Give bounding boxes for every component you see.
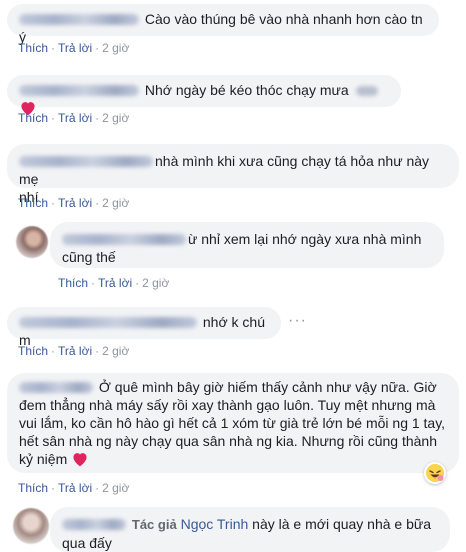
blurred-author-name[interactable]: [62, 519, 126, 530]
timestamp[interactable]: 2 giờ: [102, 41, 129, 55]
separator: ·: [95, 41, 100, 55]
comment-text-line: ừ nhỉ xem lại nhớ ngày xưa nhà mình: [188, 231, 422, 247]
comment-actions: Thích · Trả lời · 2 giờ: [18, 111, 129, 125]
separator: ·: [95, 111, 100, 125]
avatar[interactable]: [16, 226, 48, 258]
comment-text-line: cũng thế: [62, 249, 116, 265]
separator: ·: [51, 41, 56, 55]
comment-actions: Thích · Trả lời · 2 giờ: [58, 276, 169, 290]
comment-text-line: Ở quê mình bây giờ hiếm thấy cảnh như vậ…: [98, 379, 437, 395]
reply-link[interactable]: Trả lời: [58, 344, 92, 358]
separator: ·: [51, 111, 56, 125]
heart-icon: [73, 453, 87, 467]
comment-bubble: Nhớ ngày bé kéo thóc chạy mưa: [7, 75, 401, 116]
comment-text-line: qua đấy: [62, 535, 112, 551]
timestamp[interactable]: 2 giờ: [102, 111, 129, 125]
blurred-author-name[interactable]: [19, 156, 153, 167]
reply-link[interactable]: Trả lời: [58, 41, 92, 55]
author-badge: Tác giả: [131, 517, 177, 532]
reply-link[interactable]: Trả lời: [98, 276, 132, 290]
haha-reaction-icon[interactable]: [424, 462, 446, 484]
like-link[interactable]: Thích: [18, 111, 48, 125]
separator: ·: [91, 276, 96, 290]
blurred-author-name[interactable]: [19, 382, 93, 393]
comment-bubble: Cào vào thúng bê vào nhà nhanh hơn cào t…: [7, 4, 439, 45]
separator: ·: [95, 344, 100, 358]
blurred-author-name[interactable]: [19, 14, 139, 25]
comment-text-line: kỷ niệm: [19, 451, 68, 467]
reply-link[interactable]: Trả lời: [58, 196, 92, 210]
comment-bubble: Ở quê mình bây giờ hiếm thấy cảnh như vậ…: [7, 373, 459, 473]
like-link[interactable]: Thích: [18, 196, 48, 210]
timestamp[interactable]: 2 giờ: [102, 196, 129, 210]
like-link[interactable]: Thích: [58, 276, 88, 290]
comment-bubble: nhà mình khi xưa cũng chạy tá hỏa như nà…: [7, 144, 459, 205]
comment-actions: Thích · Trả lời · 2 giờ: [18, 196, 129, 210]
timestamp[interactable]: 2 giờ: [142, 276, 169, 290]
comment-text-line: vui lắm, ko cần hô hào gì hết cả 1 xóm t…: [19, 415, 446, 431]
like-link[interactable]: Thích: [18, 481, 48, 495]
ellipsis-icon[interactable]: ···: [288, 312, 307, 330]
comment-text-line: này là e mới quay nhà e bữa: [252, 516, 432, 532]
blurred-emoji: [355, 86, 378, 96]
timestamp[interactable]: 2 giờ: [102, 481, 129, 495]
reply-link[interactable]: Trả lời: [58, 481, 92, 495]
like-link[interactable]: Thích: [18, 344, 48, 358]
separator: ·: [135, 276, 140, 290]
reply-bubble: Tác giả Ngọc Trinh này là e mới quay nhà…: [50, 507, 450, 552]
separator: ·: [51, 344, 56, 358]
comment-bubble: nhớ k chú m: [7, 307, 281, 348]
comment-actions: Thích · Trả lời · 2 giờ: [18, 344, 129, 358]
comment-text: Nhớ ngày bé kéo thóc chạy mưa: [144, 82, 349, 98]
comment-text-line: đem thẳng nhà máy sấy rồi xay thành gạo …: [19, 397, 436, 413]
blurred-author-name[interactable]: [19, 85, 139, 96]
like-link[interactable]: Thích: [18, 41, 48, 55]
separator: ·: [51, 481, 56, 495]
comment-actions: Thích · Trả lời · 2 giờ: [18, 41, 129, 55]
separator: ·: [95, 196, 100, 210]
blurred-author-name[interactable]: [62, 234, 186, 245]
blurred-author-name[interactable]: [19, 317, 197, 328]
mention-link[interactable]: Ngọc Trinh: [181, 516, 249, 532]
avatar[interactable]: [13, 508, 49, 544]
separator: ·: [95, 481, 100, 495]
reply-link[interactable]: Trả lời: [58, 111, 92, 125]
comment-actions: Thích · Trả lời · 2 giờ: [18, 481, 129, 495]
separator: ·: [51, 196, 56, 210]
comment-text-line: hết sân nhà ng này chạy qua sân nhà ng k…: [19, 433, 438, 449]
timestamp[interactable]: 2 giờ: [102, 344, 129, 358]
reply-bubble: ừ nhỉ xem lại nhớ ngày xưa nhà mình cũng…: [50, 222, 444, 268]
